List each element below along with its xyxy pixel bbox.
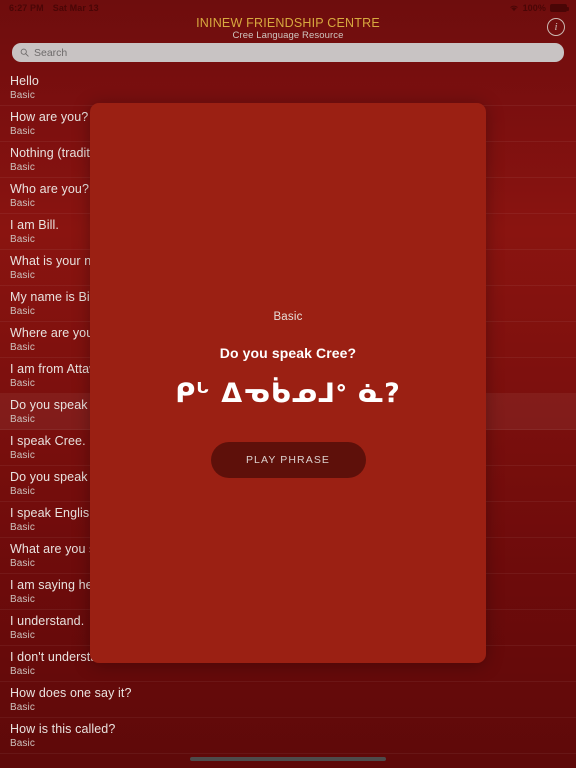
app-root: 6:27 PM Sat Mar 13 100% ININEW FRIENDSHI… (0, 0, 576, 768)
modal-english-phrase: Do you speak Cree? (219, 345, 357, 361)
home-indicator[interactable] (190, 757, 386, 761)
play-phrase-button[interactable]: PLAY PHRASE (210, 442, 366, 478)
phrase-detail-modal: Basic Do you speak Cree? ᑭᒡ ᐃᓀᑳᓄᒧᐤ ᓈ? PL… (90, 103, 486, 663)
modal-category-label: Basic (273, 311, 303, 323)
modal-syllabics-phrase: ᑭᒡ ᐃᓀᑳᓄᒧᐤ ᓈ? (175, 378, 401, 409)
